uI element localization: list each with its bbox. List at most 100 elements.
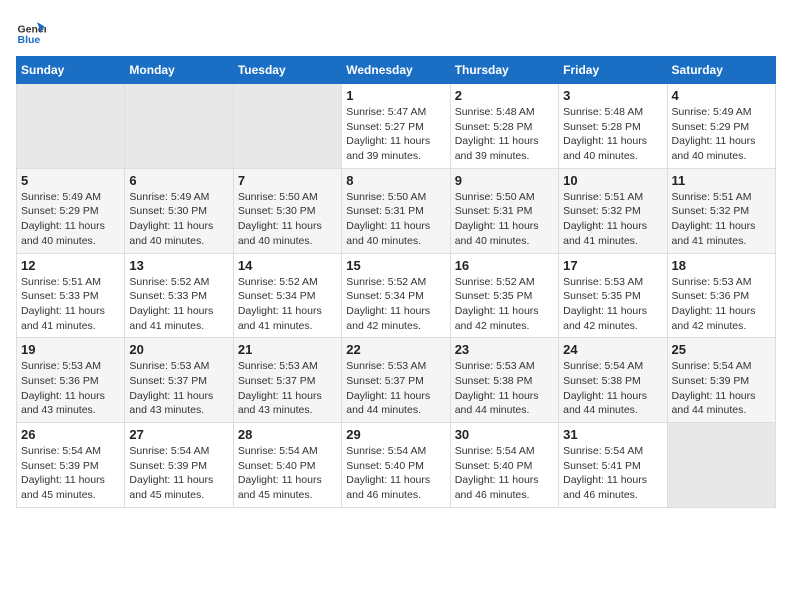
- day-number: 5: [21, 173, 120, 188]
- table-row: 24 Sunrise: 5:54 AMSunset: 5:38 PMDayligh…: [559, 338, 667, 423]
- day-info: Sunrise: 5:50 AMSunset: 5:31 PMDaylight:…: [455, 190, 554, 249]
- table-row: 11Sunrise: 5:51 AMSunset: 5:32 PMDayligh…: [667, 168, 775, 253]
- day-info: Sunrise: 5:52 AMSunset: 5:35 PMDaylight:…: [455, 275, 554, 334]
- table-row: 25 Sunrise: 5:54 AMSunset: 5:39 PMDayligh…: [667, 338, 775, 423]
- page-header: General Blue: [16, 16, 776, 46]
- calendar-table: Sunday Monday Tuesday Wednesday Thursday…: [16, 56, 776, 508]
- day-number: 27: [129, 427, 228, 442]
- table-row: 5 Sunrise: 5:49 AMSunset: 5:29 PMDaylight…: [17, 168, 125, 253]
- day-number: 7: [238, 173, 337, 188]
- day-info: Sunrise: 5:54 AMSunset: 5:40 PMDaylight:…: [455, 444, 554, 503]
- table-row: [667, 423, 775, 508]
- day-number: 30: [455, 427, 554, 442]
- day-info: Sunrise: 5:48 AMSunset: 5:28 PMDaylight:…: [563, 105, 662, 164]
- table-row: 13 Sunrise: 5:52 AMSunset: 5:33 PMDayligh…: [125, 253, 233, 338]
- table-row: 3 Sunrise: 5:48 AMSunset: 5:28 PMDaylight…: [559, 84, 667, 169]
- day-info: Sunrise: 5:53 AMSunset: 5:36 PMDaylight:…: [21, 359, 120, 418]
- day-number: 10: [563, 173, 662, 188]
- day-number: 24: [563, 342, 662, 357]
- day-number: 23: [455, 342, 554, 357]
- table-row: 10Sunrise: 5:51 AMSunset: 5:32 PMDayligh…: [559, 168, 667, 253]
- day-number: 17: [563, 258, 662, 273]
- table-row: 29 Sunrise: 5:54 AMSunset: 5:40 PMDayligh…: [342, 423, 450, 508]
- table-row: 1 Sunrise: 5:47 AMSunset: 5:27 PMDaylight…: [342, 84, 450, 169]
- table-row: [125, 84, 233, 169]
- calendar-header: Sunday Monday Tuesday Wednesday Thursday…: [17, 57, 776, 84]
- day-info: Sunrise: 5:53 AMSunset: 5:37 PMDaylight:…: [346, 359, 445, 418]
- table-row: 30 Sunrise: 5:54 AMSunset: 5:40 PMDayligh…: [450, 423, 558, 508]
- day-number: 1: [346, 88, 445, 103]
- calendar-body: 1 Sunrise: 5:47 AMSunset: 5:27 PMDaylight…: [17, 84, 776, 508]
- logo: General Blue: [16, 16, 50, 46]
- day-info: Sunrise: 5:54 AMSunset: 5:40 PMDaylight:…: [238, 444, 337, 503]
- day-info: Sunrise: 5:48 AMSunset: 5:28 PMDaylight:…: [455, 105, 554, 164]
- table-row: 31 Sunrise: 5:54 AMSunset: 5:41 PMDayligh…: [559, 423, 667, 508]
- table-row: 14Sunrise: 5:52 AMSunset: 5:34 PMDayligh…: [233, 253, 341, 338]
- day-info: Sunrise: 5:54 AMSunset: 5:40 PMDaylight:…: [346, 444, 445, 503]
- table-row: 18Sunrise: 5:53 AMSunset: 5:36 PMDayligh…: [667, 253, 775, 338]
- day-number: 3: [563, 88, 662, 103]
- table-row: 22Sunrise: 5:53 AMSunset: 5:37 PMDayligh…: [342, 338, 450, 423]
- day-info: Sunrise: 5:50 AMSunset: 5:30 PMDaylight:…: [238, 190, 337, 249]
- table-row: 27Sunrise: 5:54 AMSunset: 5:39 PMDayligh…: [125, 423, 233, 508]
- day-number: 2: [455, 88, 554, 103]
- col-thursday: Thursday: [450, 57, 558, 84]
- day-number: 15: [346, 258, 445, 273]
- col-wednesday: Wednesday: [342, 57, 450, 84]
- col-monday: Monday: [125, 57, 233, 84]
- table-row: 7 Sunrise: 5:50 AMSunset: 5:30 PMDaylight…: [233, 168, 341, 253]
- day-info: Sunrise: 5:53 AMSunset: 5:38 PMDaylight:…: [455, 359, 554, 418]
- day-info: Sunrise: 5:52 AMSunset: 5:33 PMDaylight:…: [129, 275, 228, 334]
- svg-text:Blue: Blue: [18, 34, 41, 46]
- day-info: Sunrise: 5:53 AMSunset: 5:37 PMDaylight:…: [238, 359, 337, 418]
- table-row: [17, 84, 125, 169]
- day-number: 9: [455, 173, 554, 188]
- day-info: Sunrise: 5:54 AMSunset: 5:38 PMDaylight:…: [563, 359, 662, 418]
- day-number: 12: [21, 258, 120, 273]
- day-info: Sunrise: 5:53 AMSunset: 5:37 PMDaylight:…: [129, 359, 228, 418]
- day-number: 4: [672, 88, 771, 103]
- day-number: 8: [346, 173, 445, 188]
- day-info: Sunrise: 5:52 AMSunset: 5:34 PMDaylight:…: [346, 275, 445, 334]
- day-number: 29: [346, 427, 445, 442]
- day-info: Sunrise: 5:50 AMSunset: 5:31 PMDaylight:…: [346, 190, 445, 249]
- table-row: 20 Sunrise: 5:53 AMSunset: 5:37 PMDayligh…: [125, 338, 233, 423]
- day-info: Sunrise: 5:51 AMSunset: 5:33 PMDaylight:…: [21, 275, 120, 334]
- table-row: 9 Sunrise: 5:50 AMSunset: 5:31 PMDaylight…: [450, 168, 558, 253]
- table-row: 12 Sunrise: 5:51 AMSunset: 5:33 PMDayligh…: [17, 253, 125, 338]
- day-number: 14: [238, 258, 337, 273]
- day-number: 11: [672, 173, 771, 188]
- day-info: Sunrise: 5:53 AMSunset: 5:36 PMDaylight:…: [672, 275, 771, 334]
- day-number: 20: [129, 342, 228, 357]
- day-number: 16: [455, 258, 554, 273]
- day-number: 31: [563, 427, 662, 442]
- col-tuesday: Tuesday: [233, 57, 341, 84]
- day-number: 19: [21, 342, 120, 357]
- table-row: 28 Sunrise: 5:54 AMSunset: 5:40 PMDayligh…: [233, 423, 341, 508]
- day-info: Sunrise: 5:49 AMSunset: 5:30 PMDaylight:…: [129, 190, 228, 249]
- day-info: Sunrise: 5:54 AMSunset: 5:41 PMDaylight:…: [563, 444, 662, 503]
- day-number: 6: [129, 173, 228, 188]
- day-info: Sunrise: 5:54 AMSunset: 5:39 PMDaylight:…: [672, 359, 771, 418]
- day-info: Sunrise: 5:53 AMSunset: 5:35 PMDaylight:…: [563, 275, 662, 334]
- table-row: 2 Sunrise: 5:48 AMSunset: 5:28 PMDaylight…: [450, 84, 558, 169]
- day-info: Sunrise: 5:49 AMSunset: 5:29 PMDaylight:…: [672, 105, 771, 164]
- day-number: 26: [21, 427, 120, 442]
- col-saturday: Saturday: [667, 57, 775, 84]
- day-number: 13: [129, 258, 228, 273]
- table-row: 21 Sunrise: 5:53 AMSunset: 5:37 PMDayligh…: [233, 338, 341, 423]
- table-row: 23 Sunrise: 5:53 AMSunset: 5:38 PMDayligh…: [450, 338, 558, 423]
- day-info: Sunrise: 5:47 AMSunset: 5:27 PMDaylight:…: [346, 105, 445, 164]
- table-row: 19 Sunrise: 5:53 AMSunset: 5:36 PMDayligh…: [17, 338, 125, 423]
- table-row: 4 Sunrise: 5:49 AMSunset: 5:29 PMDaylight…: [667, 84, 775, 169]
- table-row: 6 Sunrise: 5:49 AMSunset: 5:30 PMDaylight…: [125, 168, 233, 253]
- day-number: 21: [238, 342, 337, 357]
- logo-icon: General Blue: [16, 16, 46, 46]
- table-row: 15 Sunrise: 5:52 AMSunset: 5:34 PMDayligh…: [342, 253, 450, 338]
- day-number: 25: [672, 342, 771, 357]
- day-info: Sunrise: 5:49 AMSunset: 5:29 PMDaylight:…: [21, 190, 120, 249]
- table-row: 16 Sunrise: 5:52 AMSunset: 5:35 PMDayligh…: [450, 253, 558, 338]
- table-row: 26Sunrise: 5:54 AMSunset: 5:39 PMDayligh…: [17, 423, 125, 508]
- table-row: 8 Sunrise: 5:50 AMSunset: 5:31 PMDaylight…: [342, 168, 450, 253]
- day-number: 28: [238, 427, 337, 442]
